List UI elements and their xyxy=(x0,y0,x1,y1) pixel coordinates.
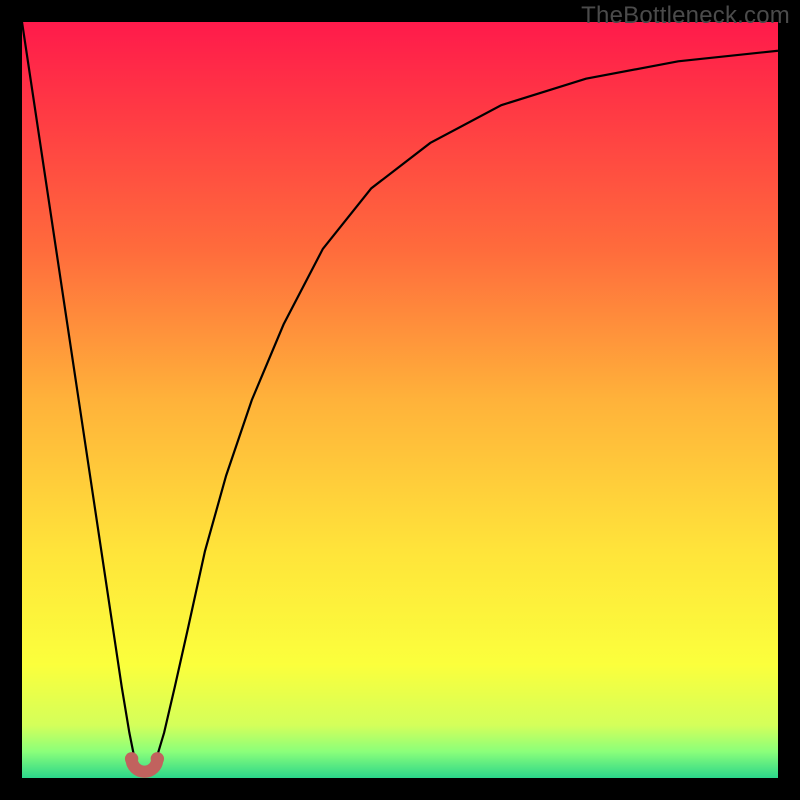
plot-area xyxy=(22,22,778,778)
background-gradient xyxy=(22,22,778,778)
watermark-text: TheBottleneck.com xyxy=(581,2,790,30)
chart-svg xyxy=(22,22,778,778)
chart-frame: TheBottleneck.com xyxy=(0,0,800,800)
